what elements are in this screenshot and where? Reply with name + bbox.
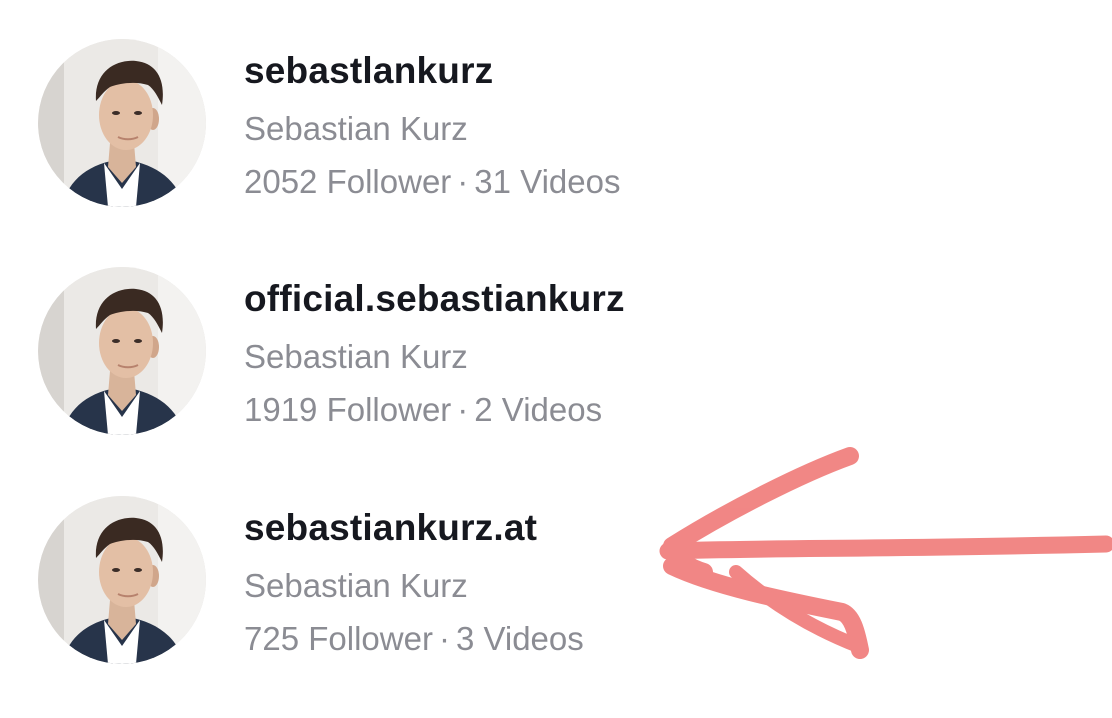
user-result-row[interactable]: official.sebastiankurz Sebastian Kurz 19…: [0, 264, 1112, 464]
username-handle[interactable]: official.sebastiankurz: [244, 278, 625, 320]
avatar[interactable]: [38, 267, 206, 435]
profile-photo: [38, 39, 206, 207]
profile-photo: [38, 496, 206, 664]
follower-count: 1919 Follower: [244, 391, 452, 428]
separator: ·: [457, 391, 469, 428]
video-count: 2 Videos: [474, 391, 603, 428]
follower-count: 725 Follower: [244, 620, 433, 657]
video-count: 3 Videos: [455, 620, 584, 657]
display-name: Sebastian Kurz: [244, 338, 468, 375]
account-stats: 1919 Follower · 2 Videos: [244, 391, 602, 429]
follower-count: 2052 Follower: [244, 163, 452, 200]
display-name: Sebastian Kurz: [244, 110, 468, 147]
account-stats: 2052 Follower · 31 Videos: [244, 163, 620, 201]
display-name: Sebastian Kurz: [244, 567, 468, 604]
search-results-list: sebastlankurz Sebastian Kurz 2052 Follow…: [0, 0, 1112, 718]
avatar[interactable]: [38, 496, 206, 664]
video-count: 31 Videos: [474, 163, 621, 200]
avatar[interactable]: [38, 39, 206, 207]
username-handle[interactable]: sebastiankurz.at: [244, 507, 537, 549]
profile-photo: [38, 267, 206, 435]
separator: ·: [457, 163, 469, 200]
account-stats: 725 Follower · 3 Videos: [244, 620, 584, 658]
user-result-row[interactable]: sebastiankurz.at Sebastian Kurz 725 Foll…: [0, 493, 1112, 693]
username-handle[interactable]: sebastlankurz: [244, 50, 493, 92]
separator: ·: [438, 620, 450, 657]
user-result-row[interactable]: sebastlankurz Sebastian Kurz 2052 Follow…: [0, 36, 1112, 236]
